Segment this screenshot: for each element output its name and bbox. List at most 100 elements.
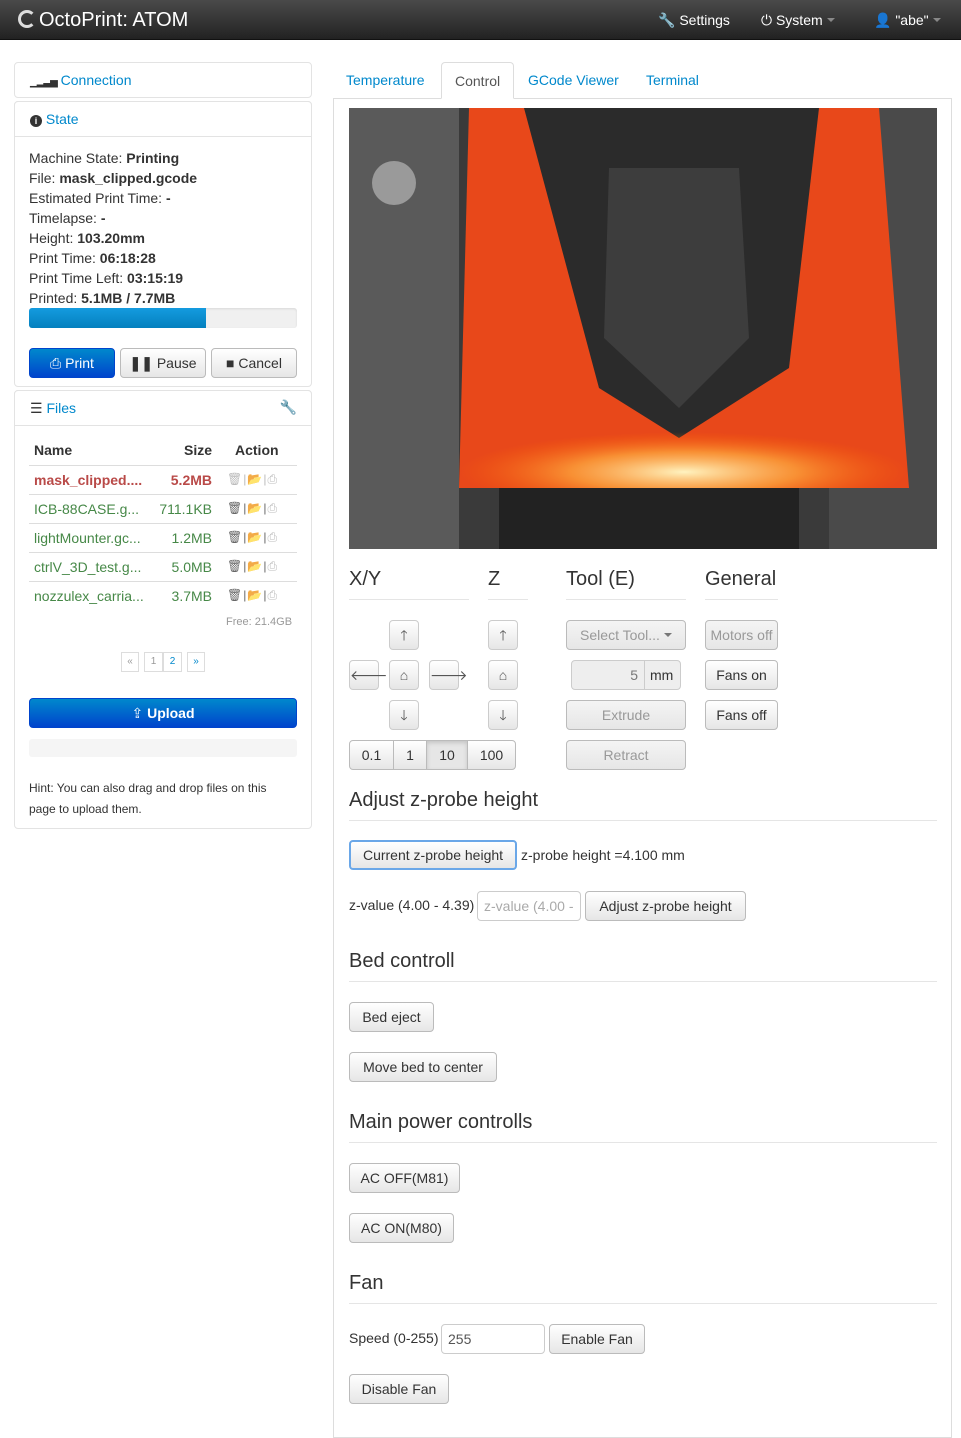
folder-open-icon[interactable]: 📂: [247, 501, 263, 515]
step-100-button[interactable]: 100: [467, 740, 516, 770]
home-xy-button[interactable]: ⌂: [389, 660, 419, 690]
jog-z-plus-button[interactable]: 🡑: [488, 620, 518, 650]
file-name[interactable]: nozzulex_carria...: [34, 588, 144, 604]
machine-state-value: Printing: [126, 150, 180, 166]
jog-x-minus-button[interactable]: 🡐: [349, 660, 388, 690]
jog-z-minus-button[interactable]: 🡓: [488, 700, 518, 730]
folder-open-icon[interactable]: 📂: [247, 559, 263, 573]
extrude-button[interactable]: Extrude: [566, 700, 686, 730]
connection-header[interactable]: ▁▂▃▅ Connection: [14, 62, 312, 98]
file-row[interactable]: mask_clipped.... 5.2MB 🗑|📂|⎙: [29, 465, 297, 494]
file-name[interactable]: mask_clipped....: [34, 472, 142, 488]
retract-button[interactable]: Retract: [566, 740, 686, 770]
trash-icon[interactable]: 🗑: [227, 530, 243, 544]
wrench-icon: 🔧: [658, 12, 676, 28]
print-file-icon[interactable]: ⎙: [267, 501, 278, 515]
pagination-page-2[interactable]: 2: [163, 652, 182, 672]
print-file-icon[interactable]: ⎙: [267, 559, 278, 573]
zprobe-current-value: z-probe height =4.100 mm: [521, 847, 685, 863]
brand[interactable]: OctoPrint: ATOM: [18, 8, 188, 32]
signal-icon: ▁▂▃▅: [30, 77, 58, 88]
home-z-button[interactable]: ⌂: [488, 660, 518, 690]
files-label: Files: [46, 400, 77, 416]
file-row[interactable]: ctrlV_3D_test.g... 5.0MB 🗑|📂|⎙: [29, 552, 297, 581]
free-space: Free: 21.4GB: [226, 616, 293, 628]
tab-control[interactable]: Control: [441, 62, 515, 99]
extrude-amount-input[interactable]: 5: [571, 660, 645, 690]
pagination-prev[interactable]: «: [121, 652, 139, 672]
motors-off-button[interactable]: Motors off: [705, 620, 778, 650]
fan-speed-input[interactable]: 255: [441, 1324, 545, 1354]
caret-down-icon: [663, 633, 672, 637]
trash-icon[interactable]: 🗑: [227, 472, 243, 486]
upload-button[interactable]: ⇪ Upload: [29, 698, 297, 728]
step-0-1-button[interactable]: 0.1: [349, 740, 394, 770]
folder-open-icon[interactable]: 📂: [247, 588, 263, 602]
jog-y-plus-button[interactable]: 🡑: [389, 620, 419, 650]
select-tool-dropdown[interactable]: Select Tool...: [566, 620, 686, 650]
upload-hint: Hint: You can also drag and drop files o…: [29, 781, 267, 816]
folder-open-icon[interactable]: 📂: [247, 472, 263, 486]
trash-icon[interactable]: 🗑: [227, 559, 243, 573]
caret-down-icon: [826, 18, 835, 22]
print-file-icon[interactable]: ⎙: [267, 588, 278, 602]
tab-temperature[interactable]: Temperature: [333, 62, 438, 99]
move-bed-center-button[interactable]: Move bed to center: [349, 1052, 497, 1082]
tab-gcode-viewer[interactable]: GCode Viewer: [515, 62, 632, 99]
file-row[interactable]: lightMounter.gc... 1.2MB 🗑|📂|⎙: [29, 523, 297, 552]
step-1-button[interactable]: 1: [393, 740, 427, 770]
system-menu[interactable]: ⏻ System: [761, 11, 835, 29]
home-icon: ⌂: [399, 667, 409, 683]
file-name[interactable]: lightMounter.gc...: [34, 530, 141, 546]
step-10-button[interactable]: 10: [426, 740, 468, 770]
file-row[interactable]: nozzulex_carria... 3.7MB 🗑|📂|⎙: [29, 581, 297, 610]
pagination-page-1[interactable]: 1: [144, 652, 163, 672]
files-header-action: Action: [235, 442, 279, 458]
file-actions: 🗑|📂|⎙: [227, 501, 279, 515]
printed-value: 5.1MB / 7.7MB: [81, 290, 176, 306]
trash-icon[interactable]: 🗑: [227, 501, 243, 515]
file-row[interactable]: ICB-88CASE.g... 711.1KB 🗑|📂|⎙: [29, 494, 297, 523]
ac-off-button[interactable]: AC OFF(M81): [349, 1163, 460, 1193]
cancel-button[interactable]: ■ Cancel: [211, 348, 297, 378]
fan-speed-label: Speed (0-255): [349, 1330, 439, 1346]
timelapse-label: Timelapse:: [29, 210, 97, 226]
print-button[interactable]: ⎙ Print: [29, 348, 115, 378]
jog-y-minus-button[interactable]: 🡓: [389, 700, 419, 730]
file-name[interactable]: ctrlV_3D_test.g...: [34, 559, 141, 575]
disable-fan-button[interactable]: Disable Fan: [349, 1374, 449, 1404]
fans-on-button[interactable]: Fans on: [705, 660, 778, 690]
trash-icon[interactable]: 🗑: [227, 588, 243, 602]
adjust-zprobe-button[interactable]: Adjust z-probe height: [585, 891, 746, 921]
power-heading: Main power controlls: [349, 1111, 533, 1133]
est-value: -: [165, 190, 171, 206]
print-file-icon[interactable]: ⎙: [267, 472, 278, 486]
xy-divider: [349, 599, 469, 600]
pause-button[interactable]: ❚❚ Pause: [120, 348, 206, 378]
file-name[interactable]: ICB-88CASE.g...: [34, 501, 139, 517]
state-label: State: [45, 111, 79, 127]
folder-open-icon[interactable]: 📂: [247, 530, 263, 544]
files-header-size[interactable]: Size: [184, 442, 212, 458]
files-header-name[interactable]: Name: [34, 442, 72, 458]
jog-x-plus-button[interactable]: 🡒: [429, 660, 468, 690]
wrench-icon[interactable]: 🔧: [280, 399, 297, 416]
navbar: OctoPrint: ATOM 🔧 Settings ⏻ System 👤 "a…: [0, 0, 961, 40]
enable-fan-button[interactable]: Enable Fan: [549, 1324, 645, 1354]
printer-icon: ⎙: [50, 355, 62, 371]
files-header[interactable]: ☰ Files 🔧: [14, 390, 312, 426]
print-file-icon[interactable]: ⎙: [267, 530, 278, 544]
tab-terminal[interactable]: Terminal: [633, 62, 712, 99]
state-header[interactable]: i State: [14, 101, 312, 137]
fans-off-button[interactable]: Fans off: [705, 700, 778, 730]
pagination-next[interactable]: »: [187, 652, 205, 672]
settings-link[interactable]: 🔧 Settings: [658, 11, 730, 29]
current-zprobe-button[interactable]: Current z-probe height: [349, 840, 517, 870]
file-size: 5.2MB: [170, 472, 212, 488]
user-menu[interactable]: 👤 "abe": [874, 11, 941, 29]
file-size: 1.2MB: [171, 530, 212, 546]
ac-on-button[interactable]: AC ON(M80): [349, 1213, 454, 1243]
user-icon: 👤: [874, 12, 892, 28]
zvalue-input[interactable]: z-value (4.00 -: [477, 891, 581, 921]
bed-eject-button[interactable]: Bed eject: [349, 1002, 434, 1032]
